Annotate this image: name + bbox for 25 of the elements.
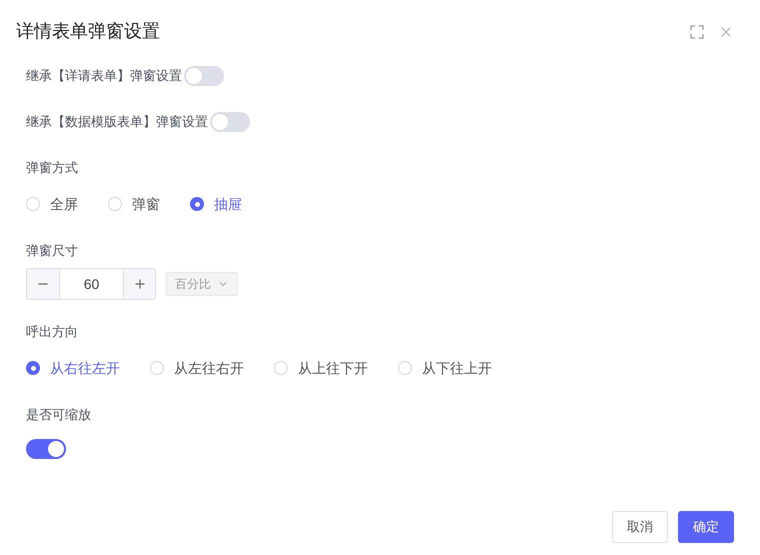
dialog-button[interactable]: 确定 bbox=[678, 511, 734, 543]
toggle-switch[interactable] bbox=[184, 66, 224, 86]
section-label: 弹窗尺寸 bbox=[26, 242, 79, 260]
radio-option[interactable]: 从上往下开 bbox=[274, 358, 368, 378]
number-stepper[interactable]: 60 bbox=[26, 268, 156, 300]
radio-option[interactable]: 抽屉 bbox=[190, 194, 242, 214]
radio-option[interactable]: 弹窗 bbox=[108, 194, 160, 214]
setting-label: 继承【详请表单】弹窗设置 bbox=[26, 67, 182, 86]
toggle-switch[interactable] bbox=[26, 439, 66, 459]
radio-option[interactable]: 从左往右开 bbox=[150, 358, 244, 378]
radio-option[interactable]: 全屏 bbox=[26, 194, 78, 214]
radio-option[interactable]: 从下往上开 bbox=[398, 358, 492, 378]
plus-icon bbox=[132, 277, 146, 291]
stepper-value: 60 bbox=[82, 274, 100, 294]
setting-label: 继承【数据模版表单】弹窗设置 bbox=[26, 113, 208, 132]
radio-option[interactable]: 从右往左开 bbox=[26, 358, 120, 378]
toggle-switch[interactable] bbox=[210, 112, 250, 132]
dialog-button[interactable]: 取消 bbox=[612, 511, 668, 543]
fullscreen-icon[interactable] bbox=[690, 24, 704, 38]
section-label: 呼出方向 bbox=[26, 323, 79, 341]
section-label: 是否可缩放 bbox=[26, 406, 92, 424]
decrement-button[interactable] bbox=[27, 269, 60, 299]
increment-button[interactable] bbox=[123, 269, 155, 299]
dialog-title: 详情表单弹窗设置 bbox=[16, 20, 160, 43]
section-label: 弹窗方式 bbox=[26, 159, 79, 177]
